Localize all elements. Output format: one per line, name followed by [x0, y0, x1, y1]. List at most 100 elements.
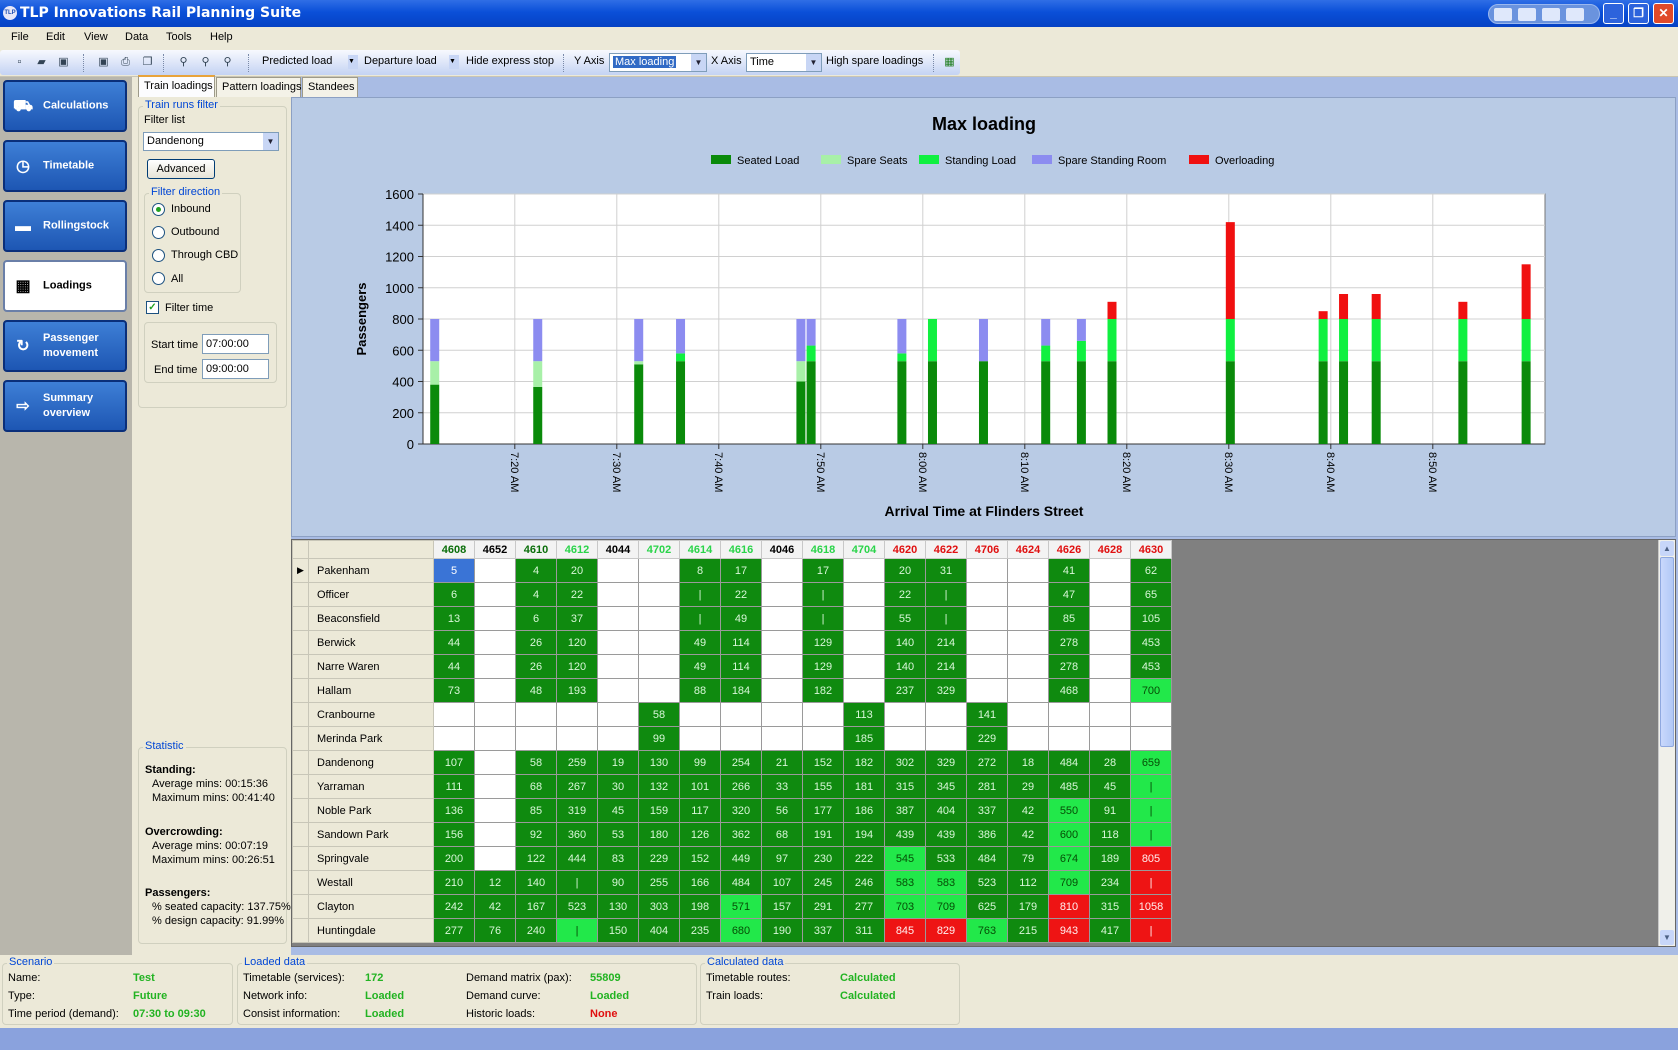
loading-cell[interactable]: 92	[515, 822, 557, 847]
loading-cell[interactable]	[638, 606, 680, 631]
loading-cell[interactable]	[761, 654, 803, 679]
loading-cell[interactable]: 329	[925, 678, 967, 703]
loading-cell[interactable]: 26	[515, 654, 557, 679]
loading-cell[interactable]	[802, 726, 844, 751]
loading-cell[interactable]: 53	[597, 822, 639, 847]
menu-edit[interactable]: Edit	[46, 31, 65, 43]
loading-cell[interactable]	[843, 654, 885, 679]
loading-cell[interactable]: 152	[679, 846, 721, 871]
loading-cell[interactable]: |	[679, 606, 721, 631]
row-selector[interactable]	[292, 798, 309, 823]
loading-cell[interactable]: 700	[1130, 678, 1172, 703]
loading-cell[interactable]: 166	[679, 870, 721, 895]
end-time-input[interactable]: 09:00:00	[202, 359, 269, 379]
loading-cell[interactable]: 254	[720, 750, 762, 775]
grid-column-header[interactable]: 4046	[761, 540, 803, 559]
loading-cell[interactable]: 259	[556, 750, 598, 775]
loading-cell[interactable]	[474, 606, 516, 631]
loading-cell[interactable]: 302	[884, 750, 926, 775]
loading-cell[interactable]: 6	[515, 606, 557, 631]
close-button[interactable]: ✕	[1653, 3, 1674, 24]
loading-cell[interactable]: 129	[802, 630, 844, 655]
loading-cell[interactable]: 277	[433, 918, 475, 943]
loading-cell[interactable]	[761, 702, 803, 727]
loading-cell[interactable]: 19	[597, 750, 639, 775]
loading-cell[interactable]: 49	[679, 630, 721, 655]
loading-cell[interactable]: 91	[1089, 798, 1131, 823]
loading-cell[interactable]: 58	[638, 702, 680, 727]
loading-cell[interactable]: |	[1130, 774, 1172, 799]
loading-cell[interactable]: 1058	[1130, 894, 1172, 919]
loading-cell[interactable]	[1007, 654, 1049, 679]
loading-cell[interactable]	[1089, 654, 1131, 679]
loading-cell[interactable]: 674	[1048, 846, 1090, 871]
nav-passenger-movement[interactable]: ↻ Passenger movement	[3, 320, 127, 372]
loading-cell[interactable]: 311	[843, 918, 885, 943]
loading-cell[interactable]: 845	[884, 918, 926, 943]
loading-cell[interactable]: 235	[679, 918, 721, 943]
table-row[interactable]: ▶ Pakenham 5 4 20 8 17 17 20 31 41 62	[292, 558, 1172, 583]
copy-icon[interactable]: ❐	[140, 55, 155, 69]
loading-cell[interactable]: 42	[474, 894, 516, 919]
loading-cell[interactable]: 114	[720, 654, 762, 679]
loading-cell[interactable]	[966, 582, 1008, 607]
high-spare-loadings-button[interactable]: High spare loadings	[826, 55, 923, 67]
loading-cell[interactable]	[474, 774, 516, 799]
loading-cell[interactable]: |	[679, 582, 721, 607]
loading-cell[interactable]: 484	[966, 846, 1008, 871]
loading-cell[interactable]: 83	[597, 846, 639, 871]
table-row[interactable]: Berwick 44 26 120 49 114 129 140 214 278 453	[292, 630, 1172, 655]
loading-cell[interactable]: 44	[433, 630, 475, 655]
loading-cell[interactable]	[597, 558, 639, 583]
row-selector[interactable]	[292, 654, 309, 679]
loading-cell[interactable]: 117	[679, 798, 721, 823]
tray-window-icon[interactable]	[1542, 8, 1560, 21]
radio-outbound[interactable]	[152, 226, 165, 239]
departure-load-dropdown-icon[interactable]: ▼	[449, 55, 459, 69]
grid-column-header[interactable]: 4704	[843, 540, 885, 559]
loading-cell[interactable]: 229	[966, 726, 1008, 751]
loading-cell[interactable]: 33	[761, 774, 803, 799]
table-row[interactable]: Dandenong 107 58 259 19 130 99 254 21 152 182 302 32…	[292, 750, 1172, 775]
row-selector[interactable]	[292, 726, 309, 751]
loading-cell[interactable]: 47	[1048, 582, 1090, 607]
loading-cell[interactable]	[474, 822, 516, 847]
scroll-down-icon[interactable]: ▼	[1660, 930, 1674, 945]
grid-column-header[interactable]: 4608	[433, 540, 475, 559]
loading-cell[interactable]: 118	[1089, 822, 1131, 847]
loading-cell[interactable]	[843, 678, 885, 703]
loading-cell[interactable]: 182	[802, 678, 844, 703]
zoom-out-icon[interactable]: ⚲	[220, 55, 235, 69]
loading-cell[interactable]: 272	[966, 750, 1008, 775]
row-selector[interactable]	[292, 582, 309, 607]
loading-cell[interactable]: 267	[556, 774, 598, 799]
loading-cell[interactable]: 88	[679, 678, 721, 703]
loading-cell[interactable]	[1007, 726, 1049, 751]
y-axis-select[interactable]: Max loading ▼	[609, 53, 707, 72]
loading-cell[interactable]: 152	[802, 750, 844, 775]
grid-column-header[interactable]: 4624	[1007, 540, 1049, 559]
loading-cell[interactable]	[884, 702, 926, 727]
row-selector[interactable]	[292, 918, 309, 943]
loading-cell[interactable]: 113	[843, 702, 885, 727]
table-row[interactable]: Sandown Park 156 92 360 53 180 126 362 68 191 194 4…	[292, 822, 1172, 847]
loading-cell[interactable]: 97	[761, 846, 803, 871]
loading-cell[interactable]: 709	[1048, 870, 1090, 895]
loading-cell[interactable]	[474, 654, 516, 679]
tab-train-loadings[interactable]: Train loadings	[138, 75, 215, 97]
loading-cell[interactable]	[474, 630, 516, 655]
loading-cell[interactable]: 184	[720, 678, 762, 703]
loading-cell[interactable]: 85	[515, 798, 557, 823]
loading-cell[interactable]: 21	[761, 750, 803, 775]
loading-cell[interactable]: 291	[802, 894, 844, 919]
table-row[interactable]: Westall 210 12 140 | 90 255 166 484 107 245 246 583 5…	[292, 870, 1172, 895]
scroll-thumb[interactable]	[1660, 557, 1674, 747]
loading-cell[interactable]: 26	[515, 630, 557, 655]
loading-cell[interactable]: 107	[433, 750, 475, 775]
row-selector[interactable]	[292, 870, 309, 895]
loading-cell[interactable]	[474, 702, 516, 727]
loading-cell[interactable]	[843, 630, 885, 655]
loading-cell[interactable]: 129	[802, 654, 844, 679]
loading-cell[interactable]: 79	[1007, 846, 1049, 871]
row-selector[interactable]: ▶	[292, 558, 309, 583]
